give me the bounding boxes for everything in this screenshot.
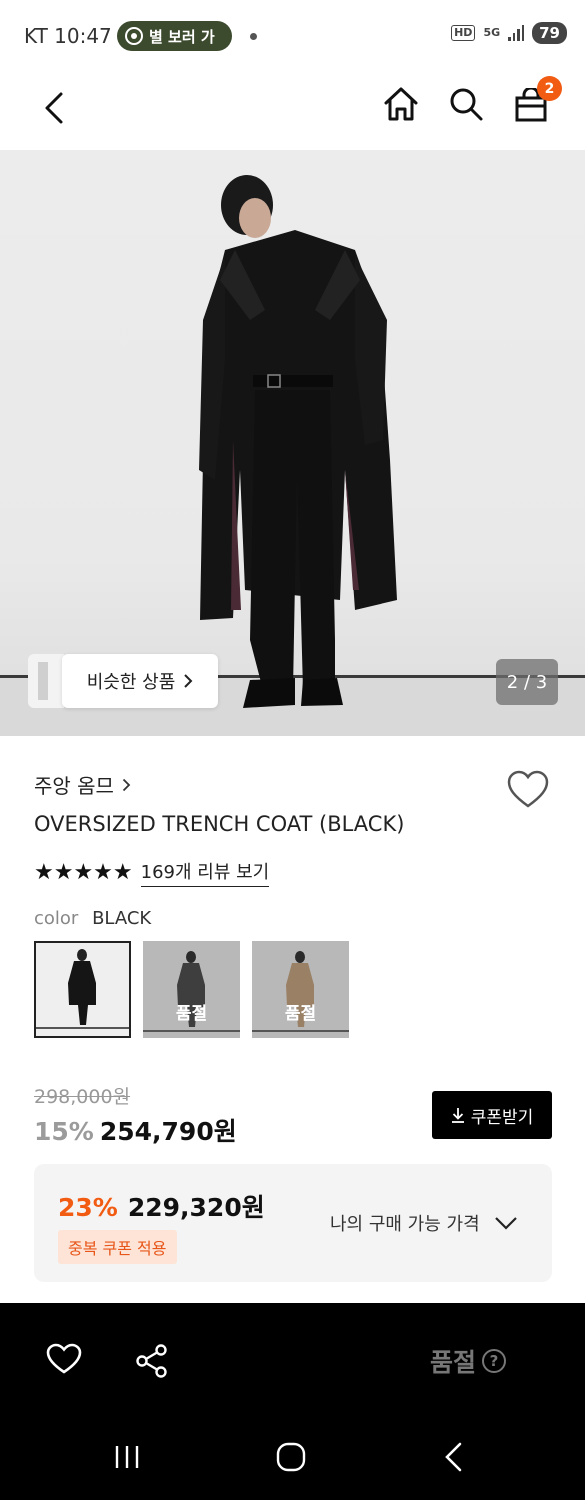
cart-button[interactable]: 2 [512, 76, 562, 124]
soldout-button[interactable]: 품절 ? [430, 1343, 507, 1379]
chevron-left-icon [45, 92, 63, 124]
bottom-wishlist-button[interactable] [46, 1343, 82, 1377]
wishlist-button[interactable] [506, 770, 550, 810]
help-icon[interactable]: ? [482, 1349, 507, 1373]
swatch-floor-line [252, 1030, 349, 1032]
heart-outline-icon [46, 1343, 82, 1374]
swatch-black-image [36, 943, 129, 1036]
color-value: BLACK [92, 908, 152, 929]
home-button[interactable] [381, 84, 421, 124]
bottom-action-bar: 품절 ? [0, 1303, 585, 1418]
similar-products-button[interactable]: 비슷한 상품 [62, 654, 218, 708]
color-row: color BLACK [34, 908, 151, 929]
swatch-floor-line [143, 1030, 240, 1032]
coupon-download-button[interactable]: 쿠폰받기 [432, 1091, 552, 1139]
home-system-button[interactable] [276, 1442, 306, 1472]
search-icon [450, 88, 483, 121]
share-icon [136, 1344, 167, 1378]
product-title: OVERSIZED TRENCH COAT (BLACK) [34, 812, 405, 836]
product-model-photo [199, 175, 397, 708]
back-button[interactable] [36, 88, 72, 128]
color-key: color [34, 908, 79, 929]
status-icons: HD 5G 79 [451, 22, 567, 44]
star-rating-icon: ★★★★★ [34, 859, 133, 885]
my-price-label: 나의 구매 가능 가격 [330, 1214, 480, 1235]
chevron-right-icon [122, 778, 131, 791]
notification-pill-text: 별 보러 가 [149, 27, 215, 46]
my-price: 229,320원 [127, 1193, 265, 1222]
chevron-down-icon [494, 1217, 517, 1230]
similar-products-label: 비슷한 상품 [86, 672, 176, 693]
duplicate-coupon-badge: 중복 쿠폰 적용 [58, 1230, 177, 1264]
image-page-indicator: 2 / 3 [496, 659, 558, 705]
system-navigation-bar [0, 1418, 585, 1500]
my-discount-rate: 23% [58, 1193, 118, 1222]
swatch-beige[interactable]: 품절 [252, 941, 349, 1038]
soldout-button-label: 품절 [430, 1348, 477, 1377]
swatch-charcoal[interactable]: 품절 [143, 941, 240, 1038]
price-row: 15% 254,790원 [34, 1112, 237, 1148]
home-icon [384, 87, 418, 121]
search-button[interactable] [446, 84, 486, 124]
cart-count-badge: 2 [537, 76, 562, 101]
soldout-label: 품절 [175, 1004, 208, 1024]
review-link[interactable]: 169개 리뷰 보기 [140, 858, 270, 887]
chevron-right-icon [184, 674, 193, 688]
hd-icon: HD [451, 25, 476, 41]
my-price-row: 23% 229,320원 [58, 1188, 265, 1224]
swatch-black[interactable] [34, 941, 131, 1038]
discount-rate: 15% [34, 1117, 94, 1146]
download-icon [451, 1108, 464, 1123]
my-price-box[interactable]: 23% 229,320원 중복 쿠폰 적용 나의 구매 가능 가격 [34, 1164, 552, 1282]
coupon-button-label: 쿠폰받기 [470, 1107, 534, 1128]
status-bar: KT 10:47 별 보러 가 HD 5G 79 [0, 0, 585, 72]
network-5g-icon: 5G [483, 26, 501, 39]
status-time: KT 10:47 [24, 24, 112, 48]
home-circle-icon [276, 1442, 306, 1472]
sale-price: 254,790원 [99, 1117, 237, 1146]
recent-apps-icon [115, 1446, 139, 1468]
notification-pill[interactable]: 별 보러 가 [117, 21, 232, 51]
brand-name: 주앙 옴므 [34, 774, 114, 798]
system-back-button[interactable] [442, 1442, 466, 1472]
notification-dot-icon [250, 33, 257, 40]
similar-thumbnail-peek [28, 654, 64, 708]
original-price: 298,000원 [34, 1086, 131, 1108]
heart-outline-icon [507, 770, 549, 808]
share-button[interactable] [134, 1343, 170, 1379]
target-icon [125, 27, 143, 45]
color-swatches: 품절 품절 [34, 941, 349, 1038]
soldout-label: 품절 [284, 1004, 317, 1024]
recent-apps-button[interactable] [112, 1444, 142, 1470]
back-arrow-icon [445, 1442, 462, 1472]
top-navigation: 2 [0, 72, 585, 150]
brand-link[interactable]: 주앙 옴므 [34, 770, 131, 799]
product-image-carousel[interactable]: 비슷한 상품 2 / 3 [0, 150, 585, 736]
my-price-toggle[interactable]: 나의 구매 가능 가격 [330, 1210, 518, 1236]
signal-icon [508, 25, 525, 41]
battery-icon: 79 [532, 22, 567, 44]
rating-row: ★★★★★ 169개 리뷰 보기 [34, 858, 270, 887]
